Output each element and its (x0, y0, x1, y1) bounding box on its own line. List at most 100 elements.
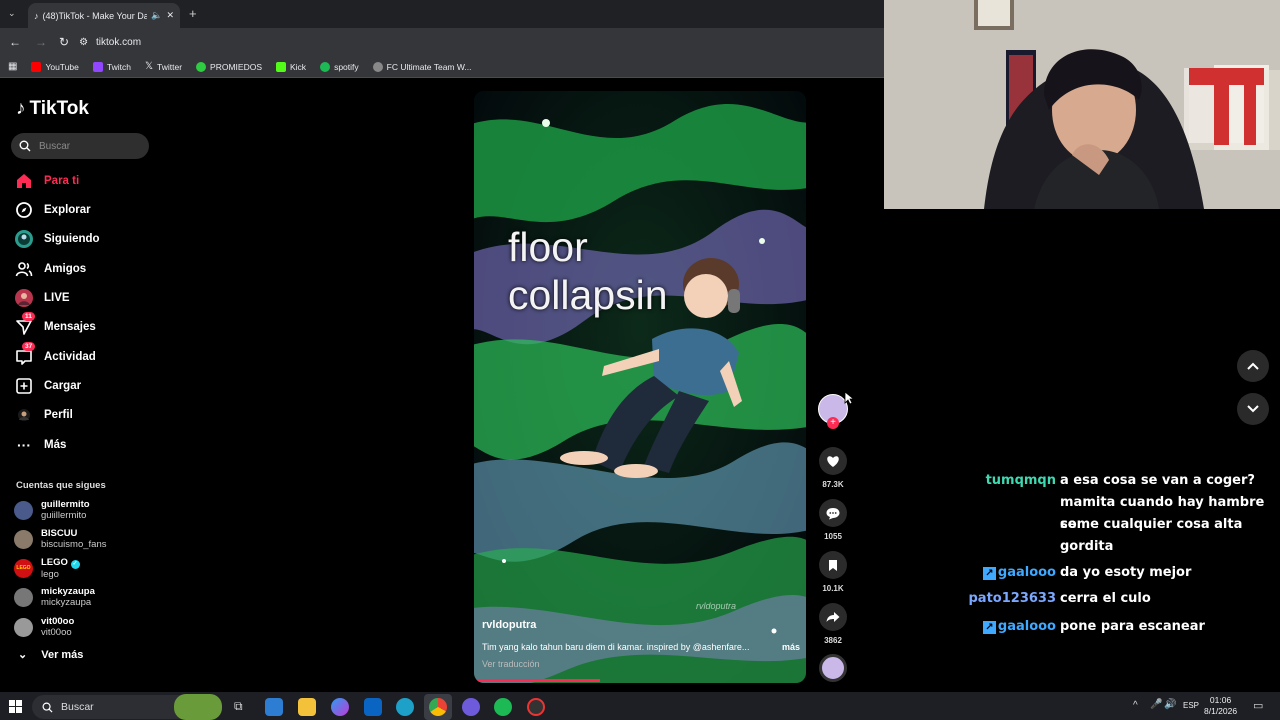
bookmark-twitch[interactable]: Twitch (92, 61, 131, 72)
url-field[interactable]: tiktok.com (96, 37, 141, 48)
nav-para-ti[interactable]: Para ti (14, 170, 79, 192)
see-more-link[interactable]: ⌄ Ver más (18, 648, 83, 662)
webcam-overlay (884, 0, 1280, 209)
notifications-icon[interactable]: ▭ (1253, 699, 1263, 712)
video-overlay-text: floor collapsin (508, 223, 668, 319)
bookmark-kick[interactable]: Kick (276, 61, 306, 72)
heart-icon (819, 447, 847, 475)
kick-icon (276, 61, 286, 72)
search-icon (42, 702, 53, 713)
more-icon: ··· (17, 437, 31, 453)
comment-button[interactable]: 1055 (818, 499, 848, 541)
volume-icon[interactable]: 🔊 (1164, 699, 1176, 710)
activity-icon: 37 (14, 342, 36, 367)
chat-username: gaalooo (997, 565, 1056, 580)
share-button[interactable]: 3862 (818, 603, 848, 645)
nav-cargar[interactable]: Cargar (14, 375, 81, 397)
nav-label: Más (44, 439, 67, 451)
youtube-icon (31, 61, 42, 72)
follow-plus-icon[interactable]: + (827, 417, 839, 429)
forward-icon[interactable]: → (35, 35, 47, 49)
account-item-lego[interactable]: LEGO LEGO ✓ lego (14, 555, 80, 581)
x-icon: 𝕏 (144, 61, 154, 72)
nav-live[interactable]: LIVE (14, 287, 70, 309)
overlay-text-line: floor (508, 224, 588, 270)
tray-chevron-up-icon[interactable]: ^ (1133, 700, 1138, 711)
bookmark-label: YouTube (45, 61, 79, 72)
nav-siguiendo[interactable]: Siguiendo (14, 228, 100, 250)
account-item-guillermito[interactable]: guillermito guiillermito (14, 497, 90, 523)
logo-text: TikTok (29, 98, 89, 119)
new-tab-button[interactable]: + (189, 6, 197, 21)
speaker-icon[interactable]: 🔈 (151, 10, 162, 21)
save-button[interactable]: 10.1K (818, 551, 848, 593)
nav-explorar[interactable]: Explorar (14, 199, 91, 221)
nav-perfil[interactable]: Perfil (14, 404, 73, 426)
avatar (14, 587, 33, 607)
video-author[interactable]: rvldoputra (482, 619, 536, 631)
copilot-icon[interactable] (331, 698, 349, 716)
chat-badge-icon: ↗ (982, 566, 996, 580)
task-view-icon[interactable]: ⧉ (234, 699, 243, 714)
tab-search-chevron-icon[interactable]: ⌄ (8, 8, 16, 19)
caption-more-link[interactable]: más (782, 642, 800, 652)
nav-mensajes[interactable]: 11 Mensajes (14, 312, 96, 338)
windows-start-icon[interactable] (9, 700, 22, 718)
bookmark-youtube[interactable]: YouTube (31, 61, 79, 72)
chat-message-line: pone para escanear (1060, 619, 1205, 634)
browser-tab[interactable]: ♪ (48)TikTok - Make Your Day 🔈 ✕ (28, 3, 180, 28)
file-explorer-icon[interactable] (298, 698, 316, 716)
spotify-icon[interactable] (494, 698, 512, 716)
fc-icon (372, 61, 383, 72)
search-highlight-image (174, 694, 222, 720)
chrome-taskbar-button[interactable] (424, 694, 452, 720)
chat-message-line: da yo esoty mejor (1060, 565, 1192, 580)
discord-icon[interactable] (462, 698, 480, 716)
activity-badge: 37 (22, 342, 36, 351)
compass-icon (14, 200, 34, 220)
account-name: guillermito (41, 499, 90, 510)
store-app-icon[interactable] (265, 698, 283, 716)
video-player[interactable]: floor collapsin rvldoputra rvldoputra Ti… (474, 91, 806, 683)
nav-actividad[interactable]: 37 Actividad (14, 342, 96, 368)
chat-user-row: ↗ gaalooo (982, 562, 1056, 584)
language-indicator[interactable]: ESP (1183, 701, 1199, 710)
nav-amigos[interactable]: Amigos (14, 258, 86, 280)
tab-close-icon[interactable]: ✕ (166, 10, 174, 21)
bookmark-label: Twitter (157, 61, 183, 72)
music-disc-button[interactable] (818, 654, 848, 682)
apps-grid-icon[interactable]: ▦ (8, 61, 17, 72)
microphone-icon[interactable]: 🎤 (1150, 699, 1162, 710)
obs-icon[interactable] (527, 698, 545, 716)
save-count: 10.1K (822, 584, 844, 593)
reload-icon[interactable]: ↻ (59, 35, 69, 49)
clock-date: 8/1/2026 (1204, 706, 1238, 716)
account-item-biscuu[interactable]: BISCUU biscuismo_fans (14, 526, 106, 552)
bookmark-twitter[interactable]: 𝕏 Twitter (145, 61, 182, 72)
like-count: 87.3K (822, 480, 844, 489)
like-button[interactable]: 87.3K (818, 447, 848, 489)
account-item-mickyzaupa[interactable]: mickyzaupa mickyzaupa (14, 584, 95, 610)
edge-icon[interactable] (396, 698, 414, 716)
following-icon (14, 229, 34, 249)
nav-label: Actividad (44, 351, 96, 363)
next-video-button[interactable] (1237, 393, 1269, 425)
bookmark-fc[interactable]: FC Ultimate Team W... (372, 61, 472, 72)
site-info-icon[interactable]: ⚙ (79, 37, 88, 48)
bookmark-spotify[interactable]: spotify (320, 61, 359, 72)
bookmark-promiedos[interactable]: PROMIEDOS (196, 61, 262, 72)
translate-link[interactable]: Ver traducción (482, 659, 540, 669)
tiktok-logo[interactable]: ♪ TikTok (16, 98, 89, 120)
nav-mas[interactable]: ··· Más (14, 434, 66, 456)
previous-video-button[interactable] (1237, 350, 1269, 382)
home-icon (14, 171, 34, 191)
video-progress-bar[interactable] (474, 679, 601, 682)
bookmark-label: FC Ultimate Team W... (386, 61, 472, 72)
account-item-vit00oo[interactable]: vit00oo vit00oo (14, 614, 74, 640)
search-input[interactable]: Buscar (11, 133, 149, 159)
tiktok-favicon-icon: ♪ (34, 10, 39, 21)
nav-label: Para ti (44, 175, 80, 187)
back-icon[interactable]: ← (9, 35, 21, 49)
outlook-icon[interactable] (364, 698, 382, 716)
taskbar-clock[interactable]: 01:06 8/1/2026 (1204, 695, 1237, 717)
